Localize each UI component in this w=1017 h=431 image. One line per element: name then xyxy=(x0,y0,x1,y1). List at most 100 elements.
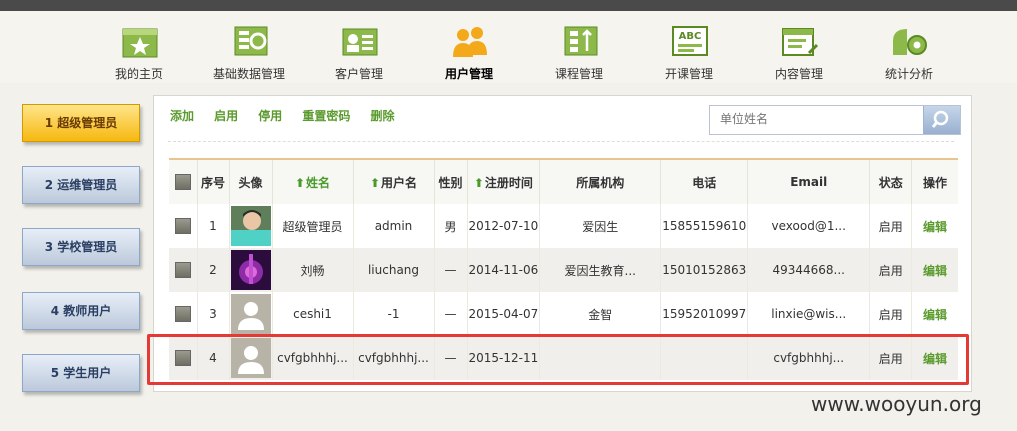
reset-password-button[interactable]: 重置密码 xyxy=(302,107,350,124)
nav-statistics-label: 统计分析 xyxy=(884,67,933,81)
search-input[interactable] xyxy=(710,106,925,132)
sidebar-item-super-admin[interactable]: 1 超级管理员 xyxy=(22,104,140,142)
header-action: 操作 xyxy=(911,159,958,204)
cell-username: -1 xyxy=(353,292,435,336)
data-sync-icon xyxy=(234,26,268,56)
edit-link[interactable]: 编辑 xyxy=(923,220,947,234)
abc-board-icon: ABC xyxy=(672,26,708,56)
cell-username: liuchang xyxy=(353,248,435,292)
header-avatar: 头像 xyxy=(229,159,273,204)
sort-arrow-icon: ⬆ xyxy=(369,175,381,190)
sidebar-item-teacher[interactable]: 4 教师用户 xyxy=(22,292,140,330)
search-button[interactable] xyxy=(923,106,960,134)
nav-class-open[interactable]: ABC 开课管理 xyxy=(639,11,739,83)
header-register-time-label: 注册时间 xyxy=(484,175,533,190)
nav-user-management[interactable]: 用户管理 xyxy=(419,11,519,83)
cell-avatar xyxy=(229,292,273,336)
cell-status: 启用 xyxy=(869,204,913,248)
table-row: 2 刘畅 liuchang — 2014-11-06 爱因生教育... 1501… xyxy=(169,248,958,292)
disable-button[interactable]: 停用 xyxy=(258,107,282,124)
cell-phone: 15855159610 xyxy=(660,204,749,248)
header-name[interactable]: ⬆姓名 xyxy=(272,159,354,204)
cell-index: 4 xyxy=(197,336,230,380)
edit-link[interactable]: 编辑 xyxy=(923,352,947,366)
cell-gender: — xyxy=(434,292,468,336)
cell-status: 启用 xyxy=(869,292,913,336)
header-username[interactable]: ⬆用户名 xyxy=(353,159,435,204)
nav-class-open-label: 开课管理 xyxy=(664,67,713,81)
cell-gender: 男 xyxy=(434,204,468,248)
cell-status: 启用 xyxy=(869,248,913,292)
sidebar-item-student[interactable]: 5 学生用户 xyxy=(22,354,140,392)
delete-button[interactable]: 删除 xyxy=(370,107,394,124)
cell-name: 刘畅 xyxy=(272,248,354,292)
watermark: www.wooyun.org xyxy=(811,392,982,416)
header-phone: 电话 xyxy=(660,159,749,204)
user-list-panel: 添加 启用 停用 重置密码 删除 序号 头像 ⬆姓名 ⬆用户名 xyxy=(153,95,972,392)
table-row: 1 超级管理员 admin 男 2012-07-10 爱因生 158551596… xyxy=(169,204,958,248)
cell-name: cvfgbhhhj... xyxy=(272,336,354,380)
content-edit-icon xyxy=(782,28,819,56)
chart-gear-icon xyxy=(893,29,927,55)
cell-email: 49344668... xyxy=(747,248,871,292)
nav-home-label: 我的主页 xyxy=(114,67,163,81)
edit-link[interactable]: 编辑 xyxy=(923,308,947,322)
cell-name: 超级管理员 xyxy=(272,204,354,248)
header-index: 序号 xyxy=(197,159,230,204)
header-register-time[interactable]: ⬆注册时间 xyxy=(467,159,541,204)
nav-customer-label: 客户管理 xyxy=(334,67,383,81)
sort-arrow-icon: ⬆ xyxy=(473,175,484,190)
cell-register-time: 2015-04-07 xyxy=(467,292,541,336)
cell-org: 爱因生 xyxy=(539,204,662,248)
default-user-icon xyxy=(230,338,271,378)
header-username-label: 用户名 xyxy=(381,175,418,190)
cell-avatar xyxy=(229,336,273,380)
nav-course-label: 课程管理 xyxy=(554,67,603,81)
nav-basic-data-label: 基础数据管理 xyxy=(212,67,285,81)
row-checkbox[interactable] xyxy=(174,350,191,366)
toolbar-divider xyxy=(168,141,954,142)
enable-button[interactable]: 启用 xyxy=(214,107,238,124)
svg-text:ABC: ABC xyxy=(679,31,702,42)
sort-arrow-icon: ⬆ xyxy=(294,175,306,190)
cell-name: ceshi1 xyxy=(272,292,354,336)
customer-card-icon xyxy=(342,28,378,56)
avatar xyxy=(230,206,271,246)
edit-link[interactable]: 编辑 xyxy=(923,264,947,278)
nav-home[interactable]: 我的主页 xyxy=(89,11,189,83)
header-name-label: 姓名 xyxy=(306,175,331,190)
window-top-bar xyxy=(0,0,1017,11)
course-tree-icon xyxy=(564,26,598,56)
select-all-checkbox[interactable] xyxy=(174,174,191,190)
header-gender: 性别 xyxy=(434,159,468,204)
header-org: 所属机构 xyxy=(539,159,662,204)
cell-register-time: 2014-11-06 xyxy=(467,248,541,292)
add-button[interactable]: 添加 xyxy=(170,107,194,124)
cell-index: 3 xyxy=(197,292,230,336)
cell-index: 1 xyxy=(197,204,230,248)
nav-basic-data[interactable]: 基础数据管理 xyxy=(199,11,299,83)
table-row: 3 ceshi1 -1 — 2015-04-07 金智 15952010997 … xyxy=(169,292,958,336)
nav-statistics[interactable]: 统计分析 xyxy=(859,11,959,83)
table-row: 4 cvfgbhhhj... cvfgbhhhj... — 2015-12-11… xyxy=(169,336,958,380)
search-box xyxy=(709,105,961,135)
row-checkbox[interactable] xyxy=(174,218,191,234)
cell-gender: — xyxy=(434,248,468,292)
cell-phone xyxy=(660,336,749,380)
header-email: Email xyxy=(747,159,871,204)
row-checkbox[interactable] xyxy=(174,306,191,322)
sidebar-item-school-admin[interactable]: 3 学校管理员 xyxy=(22,228,140,266)
table-header-row: 序号 头像 ⬆姓名 ⬆用户名 性别 ⬆注册时间 所属机构 电话 Email 状态… xyxy=(169,159,958,204)
sidebar-item-ops-admin[interactable]: 2 运维管理员 xyxy=(22,166,140,204)
nav-user-management-label: 用户管理 xyxy=(444,67,493,81)
cell-avatar xyxy=(229,204,273,248)
row-checkbox[interactable] xyxy=(174,262,191,278)
nav-content[interactable]: 内容管理 xyxy=(749,11,849,83)
nav-course[interactable]: 课程管理 xyxy=(529,11,629,83)
home-star-icon xyxy=(122,28,158,58)
default-user-icon xyxy=(230,294,271,334)
nav-customer[interactable]: 客户管理 xyxy=(309,11,409,83)
cell-username: admin xyxy=(353,204,435,248)
user-table: 序号 头像 ⬆姓名 ⬆用户名 性别 ⬆注册时间 所属机构 电话 Email 状态… xyxy=(169,158,958,380)
cell-phone: 15952010997 xyxy=(660,292,749,336)
